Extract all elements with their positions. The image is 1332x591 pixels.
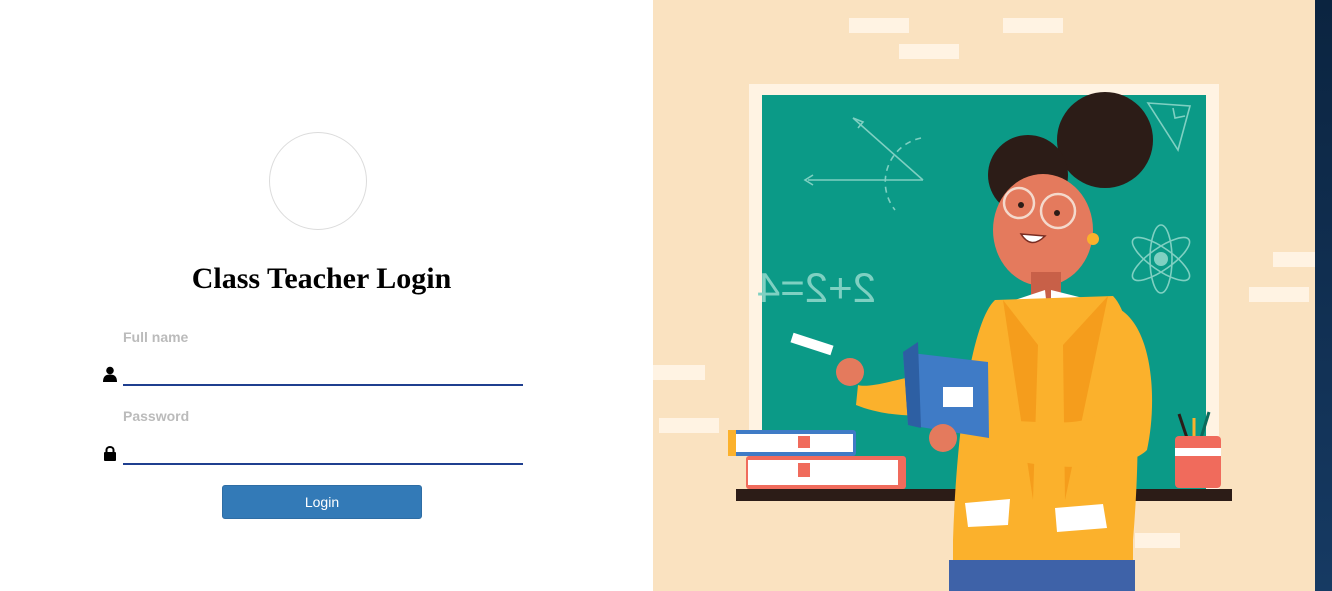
user-icon	[103, 366, 117, 382]
login-panel: Class Teacher Login Full name Password L…	[0, 0, 653, 591]
login-page: Class Teacher Login Full name Password L…	[0, 0, 1332, 591]
chalk-equation: 2+2=4	[757, 264, 876, 311]
page-title: Class Teacher Login	[191, 262, 452, 295]
window-edge	[1315, 0, 1332, 591]
password-input[interactable]	[123, 443, 523, 465]
lock-icon	[104, 446, 116, 461]
password-label: Password	[123, 408, 190, 424]
avatar-placeholder	[269, 132, 367, 230]
fullname-label: Full name	[123, 329, 189, 345]
teacher-illustration: 2+2=4	[653, 0, 1315, 591]
teacher-illustration-graphic: 2+2=4	[653, 18, 1315, 591]
login-button[interactable]: Login	[222, 485, 422, 519]
fullname-input[interactable]	[123, 364, 523, 386]
